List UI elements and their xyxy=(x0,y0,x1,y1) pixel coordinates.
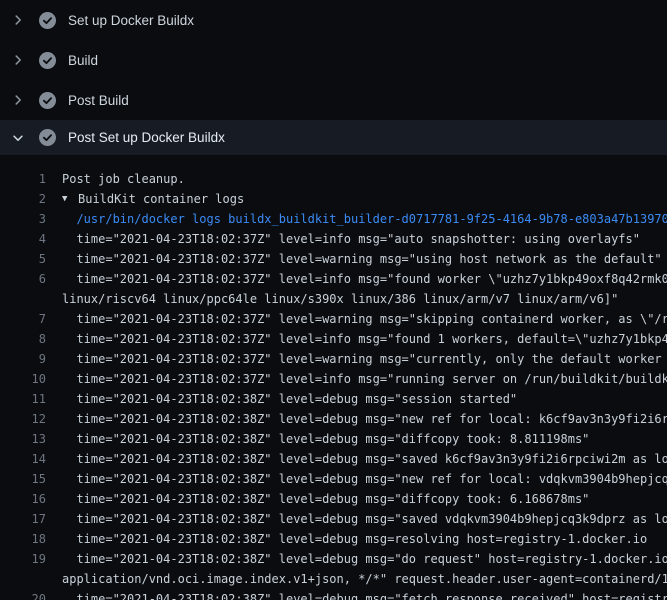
line-number[interactable]: 13 xyxy=(0,429,46,449)
log-row: 14 time="2021-04-23T18:02:38Z" level=deb… xyxy=(0,449,667,469)
log-row: 13 time="2021-04-23T18:02:38Z" level=deb… xyxy=(0,429,667,449)
log-row: 16 time="2021-04-23T18:02:38Z" level=deb… xyxy=(0,489,667,509)
log-row: application/vnd.oci.image.index.v1+json,… xyxy=(0,569,667,589)
log-line-text: time="2021-04-23T18:02:38Z" level=debug … xyxy=(62,469,667,489)
log-line-text: time="2021-04-23T18:02:38Z" level=debug … xyxy=(62,489,589,509)
steps-list: Set up Docker Buildx Build Post Buil xyxy=(0,0,667,155)
log-line-text: time="2021-04-23T18:02:37Z" level=warnin… xyxy=(62,349,667,369)
log-line-text: time="2021-04-23T18:02:38Z" level=debug … xyxy=(62,449,667,469)
step-row-post-set-up-docker-buildx[interactable]: Post Set up Docker Buildx xyxy=(0,120,667,155)
line-number[interactable]: 10 xyxy=(0,369,46,389)
log-row: 6 time="2021-04-23T18:02:37Z" level=info… xyxy=(0,269,667,289)
log-row: 9 time="2021-04-23T18:02:37Z" level=warn… xyxy=(0,349,667,369)
log-line-text: time="2021-04-23T18:02:37Z" level=warnin… xyxy=(62,309,667,329)
log-row: 12 time="2021-04-23T18:02:38Z" level=deb… xyxy=(0,409,667,429)
log-line-text: time="2021-04-23T18:02:38Z" level=debug … xyxy=(62,589,667,600)
log-row: 10 time="2021-04-23T18:02:37Z" level=inf… xyxy=(0,369,667,389)
line-number[interactable]: 11 xyxy=(0,389,46,409)
step-label: Set up Docker Buildx xyxy=(68,13,194,28)
chevron-right-icon xyxy=(8,53,28,67)
log-line-text: time="2021-04-23T18:02:38Z" level=debug … xyxy=(62,409,667,429)
step-label: Build xyxy=(68,53,98,68)
chevron-right-icon xyxy=(8,93,28,107)
log-row: 19 time="2021-04-23T18:02:38Z" level=deb… xyxy=(0,549,667,569)
log-row: 3 /usr/bin/docker logs buildx_buildkit_b… xyxy=(0,209,667,229)
log-row: linux/riscv64 linux/ppc64le linux/s390x … xyxy=(0,289,667,309)
line-number[interactable]: 16 xyxy=(0,489,46,509)
check-circle-icon xyxy=(39,92,56,109)
line-number[interactable]: 9 xyxy=(0,349,46,369)
log-line-text: /usr/bin/docker logs buildx_buildkit_bui… xyxy=(62,209,667,229)
step-row-set-up-docker-buildx[interactable]: Set up Docker Buildx xyxy=(0,0,667,40)
check-circle-icon xyxy=(39,12,56,29)
line-number[interactable]: 1 xyxy=(0,169,46,189)
log-row: 15 time="2021-04-23T18:02:38Z" level=deb… xyxy=(0,469,667,489)
group-collapse-triangle-icon[interactable]: ▼ xyxy=(62,189,78,209)
line-number[interactable]: 14 xyxy=(0,449,46,469)
log-line-text: time="2021-04-23T18:02:37Z" level=info m… xyxy=(62,229,640,249)
line-number[interactable]: 5 xyxy=(0,249,46,269)
line-number[interactable]: 7 xyxy=(0,309,46,329)
log-line-text: time="2021-04-23T18:02:38Z" level=debug … xyxy=(62,509,667,529)
line-number[interactable]: 3 xyxy=(0,209,46,229)
line-number[interactable]: 8 xyxy=(0,329,46,349)
line-number[interactable]: 18 xyxy=(0,529,46,549)
log-line-text: time="2021-04-23T18:02:37Z" level=info m… xyxy=(62,269,667,289)
log-line-text: time="2021-04-23T18:02:38Z" level=debug … xyxy=(62,389,517,409)
log-row[interactable]: 2 ▼ BuildKit container logs xyxy=(0,189,667,209)
log-line-text: BuildKit container logs xyxy=(78,189,244,209)
step-row-build[interactable]: Build xyxy=(0,40,667,80)
log-lines: 1 Post job cleanup. 2 ▼ BuildKit contain… xyxy=(0,155,667,600)
line-number[interactable] xyxy=(0,569,46,589)
log-line-text: time="2021-04-23T18:02:37Z" level=info m… xyxy=(62,329,667,349)
log-row: 5 time="2021-04-23T18:02:37Z" level=warn… xyxy=(0,249,667,269)
log-row: 18 time="2021-04-23T18:02:38Z" level=deb… xyxy=(0,529,667,549)
chevron-right-icon xyxy=(8,13,28,27)
line-number[interactable]: 4 xyxy=(0,229,46,249)
log-row: 8 time="2021-04-23T18:02:37Z" level=info… xyxy=(0,329,667,349)
log-line-text: time="2021-04-23T18:02:37Z" level=warnin… xyxy=(62,249,662,269)
log-row: 11 time="2021-04-23T18:02:38Z" level=deb… xyxy=(0,389,667,409)
line-number[interactable] xyxy=(0,289,46,309)
check-circle-icon xyxy=(39,129,56,146)
log-line-text: application/vnd.oci.image.index.v1+json,… xyxy=(62,569,667,589)
log-row: 17 time="2021-04-23T18:02:38Z" level=deb… xyxy=(0,509,667,529)
step-label: Post Set up Docker Buildx xyxy=(68,130,225,145)
log-line-text: time="2021-04-23T18:02:37Z" level=info m… xyxy=(62,369,667,389)
check-circle-icon xyxy=(39,52,56,69)
step-row-post-build[interactable]: Post Build xyxy=(0,80,667,120)
log-line-text: time="2021-04-23T18:02:38Z" level=debug … xyxy=(62,429,589,449)
log-line-text: time="2021-04-23T18:02:38Z" level=debug … xyxy=(62,549,667,569)
log-row: 7 time="2021-04-23T18:02:37Z" level=warn… xyxy=(0,309,667,329)
log-line-text: time="2021-04-23T18:02:38Z" level=debug … xyxy=(62,529,647,549)
log-row: 20 time="2021-04-23T18:02:38Z" level=deb… xyxy=(0,589,667,600)
line-number[interactable]: 2 xyxy=(0,189,46,209)
line-number[interactable]: 15 xyxy=(0,469,46,489)
line-number[interactable]: 12 xyxy=(0,409,46,429)
log-line-text: linux/riscv64 linux/ppc64le linux/s390x … xyxy=(62,289,618,309)
line-number[interactable]: 6 xyxy=(0,269,46,289)
log-row: 4 time="2021-04-23T18:02:37Z" level=info… xyxy=(0,229,667,249)
line-number[interactable]: 20 xyxy=(0,589,46,600)
step-label: Post Build xyxy=(68,93,129,108)
log-line-text: Post job cleanup. xyxy=(62,169,185,189)
chevron-down-icon xyxy=(8,131,28,145)
job-log-viewer: Set up Docker Buildx Build Post Buil xyxy=(0,0,667,600)
line-number[interactable]: 17 xyxy=(0,509,46,529)
line-number[interactable]: 19 xyxy=(0,549,46,569)
log-row: 1 Post job cleanup. xyxy=(0,169,667,189)
